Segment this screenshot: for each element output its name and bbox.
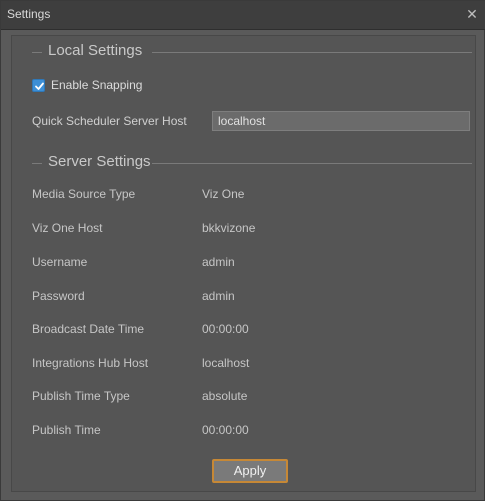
broadcast-date-time-label: Broadcast Date Time bbox=[32, 322, 145, 336]
enable-snapping-label: Enable Snapping bbox=[51, 78, 143, 92]
local-settings-header: Local Settings bbox=[32, 42, 472, 62]
apply-button[interactable]: Apply bbox=[212, 459, 288, 483]
checkmark-icon bbox=[35, 82, 44, 90]
settings-panel: Local Settings Enable Snapping Quick Sch… bbox=[11, 35, 476, 492]
viz-one-host-value: bkkvizone bbox=[202, 221, 256, 235]
publish-time-type-label: Publish Time Type bbox=[32, 389, 130, 403]
publish-time-type-value: absolute bbox=[202, 389, 248, 403]
divider-line bbox=[32, 52, 42, 53]
close-icon[interactable]: ✕ bbox=[462, 4, 482, 24]
integrations-hub-host-label: Integrations Hub Host bbox=[32, 356, 149, 370]
password-label: Password bbox=[32, 289, 85, 303]
section-title: Server Settings bbox=[48, 153, 157, 170]
title-bar[interactable]: Settings ✕ bbox=[1, 1, 485, 30]
integrations-hub-host-value: localhost bbox=[202, 356, 250, 370]
broadcast-date-time-value: 00:00:00 bbox=[202, 322, 249, 336]
viz-one-host-label: Viz One Host bbox=[32, 221, 103, 235]
publish-time-label: Publish Time bbox=[32, 423, 101, 437]
divider-line bbox=[152, 163, 472, 164]
publish-time-value: 00:00:00 bbox=[202, 423, 249, 437]
username-value: admin bbox=[202, 255, 235, 269]
media-source-type-value: Viz One bbox=[202, 187, 245, 201]
enable-snapping-checkbox[interactable] bbox=[32, 79, 45, 92]
server-settings-header: Server Settings bbox=[32, 153, 472, 173]
password-value: admin bbox=[202, 289, 235, 303]
quick-scheduler-label: Quick Scheduler Server Host bbox=[32, 114, 187, 128]
window-title: Settings bbox=[7, 7, 51, 21]
section-title: Local Settings bbox=[48, 42, 149, 59]
quick-scheduler-input[interactable]: localhost bbox=[212, 111, 470, 131]
divider-line bbox=[152, 52, 472, 53]
divider-line bbox=[32, 163, 42, 164]
username-label: Username bbox=[32, 255, 88, 269]
settings-window: Settings ✕ Local Settings Enable Snappin… bbox=[0, 0, 485, 501]
media-source-type-label: Media Source Type bbox=[32, 187, 136, 201]
